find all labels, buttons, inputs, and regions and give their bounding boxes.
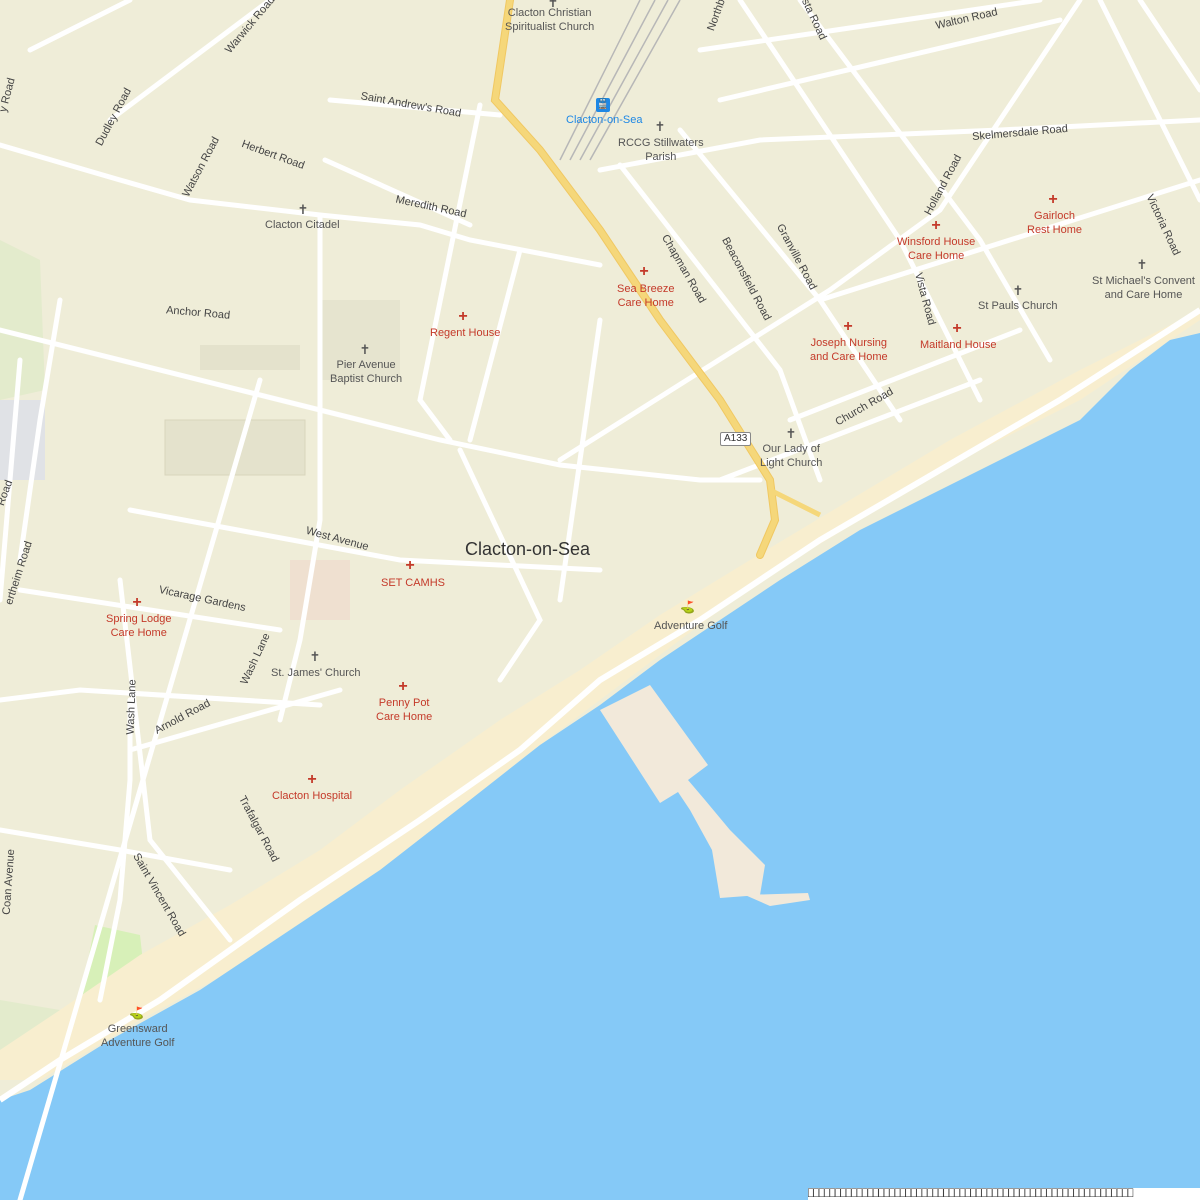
road-shield-a133: A133: [720, 432, 752, 446]
poi-spring-lodge[interactable]: Spring Lodge Care Home: [106, 612, 171, 640]
poi-regent-house[interactable]: Regent House: [430, 326, 500, 340]
street-label-wash-lane-south: Wash Lane: [124, 679, 139, 735]
health-cross-icon[interactable]: +: [950, 321, 964, 337]
health-cross-icon[interactable]: +: [130, 595, 144, 611]
building-block: [290, 560, 350, 620]
health-cross-icon[interactable]: +: [403, 558, 417, 574]
poi-set-camhs[interactable]: SET CAMHS: [381, 576, 445, 590]
city-label: Clacton-on-Sea: [465, 539, 591, 559]
poi-st-pauls[interactable]: St Pauls Church: [978, 299, 1057, 313]
poi-greensward[interactable]: Greensward Adventure Golf: [101, 1022, 174, 1050]
health-cross-icon[interactable]: +: [929, 218, 943, 234]
poi-clacton-hospital[interactable]: Clacton Hospital: [272, 789, 352, 803]
poi-winsford[interactable]: Winsford House Care Home: [897, 235, 975, 263]
poi-st-michaels[interactable]: St Michael's Convent and Care Home: [1092, 274, 1195, 302]
health-cross-icon[interactable]: +: [637, 264, 651, 280]
poi-maitland[interactable]: Maitland House: [920, 338, 996, 352]
poi-penny-pot[interactable]: Penny Pot Care Home: [376, 696, 432, 724]
church-icon[interactable]: ✝: [1135, 258, 1149, 272]
poi-station[interactable]: Clacton-on-Sea: [566, 113, 642, 127]
health-cross-icon[interactable]: +: [456, 309, 470, 325]
church-icon[interactable]: ✝: [296, 203, 310, 217]
map-canvas[interactable]: Walton Road Vista Road Northb Warwick Ro…: [0, 0, 1200, 1200]
health-cross-icon[interactable]: +: [841, 319, 855, 335]
golf-icon[interactable]: ⛳: [680, 600, 695, 614]
church-icon[interactable]: ✝: [358, 343, 372, 357]
poi-sea-breeze[interactable]: Sea Breeze Care Home: [617, 282, 674, 310]
poi-rccg[interactable]: RCCG Stillwaters Parish: [618, 136, 704, 164]
poi-citadel[interactable]: Clacton Citadel: [265, 218, 340, 232]
poi-gairloch[interactable]: Gairloch Rest Home: [1027, 209, 1082, 237]
poi-our-lady[interactable]: Our Lady of Light Church: [760, 442, 822, 470]
poi-label: Clacton Christian Spiritualist Church: [505, 7, 595, 33]
health-cross-icon[interactable]: +: [396, 679, 410, 695]
poi-spiritualist-church[interactable]: Clacton Christian Spiritualist Church: [505, 6, 594, 34]
building-block: [200, 345, 300, 370]
train-station-icon[interactable]: 🚆: [596, 98, 610, 112]
church-icon[interactable]: ✝: [1011, 284, 1025, 298]
church-icon[interactable]: ✝: [308, 650, 322, 664]
poi-st-james[interactable]: St. James' Church: [271, 666, 361, 680]
health-cross-icon[interactable]: +: [305, 772, 319, 788]
park-area: [0, 240, 45, 400]
church-icon[interactable]: ✝: [784, 427, 798, 441]
poi-adventure-golf[interactable]: Adventure Golf: [654, 619, 727, 633]
golf-icon[interactable]: ⛳: [129, 1006, 144, 1020]
health-cross-icon[interactable]: +: [1046, 192, 1060, 208]
poi-pier-avenue[interactable]: Pier Avenue Baptist Church: [330, 358, 402, 386]
map-attribution: ⎕⎕⎕⎕⎕⎕⎕⎕⎕⎕⎕⎕⎕⎕⎕⎕⎕⎕⎕⎕⎕⎕⎕⎕⎕⎕⎕⎕⎕⎕⎕⎕⎕⎕⎕⎕⎕⎕⎕⎕…: [808, 1188, 1200, 1200]
poi-joseph[interactable]: Joseph Nursing and Care Home: [810, 336, 888, 364]
church-icon[interactable]: ✝: [653, 120, 667, 134]
